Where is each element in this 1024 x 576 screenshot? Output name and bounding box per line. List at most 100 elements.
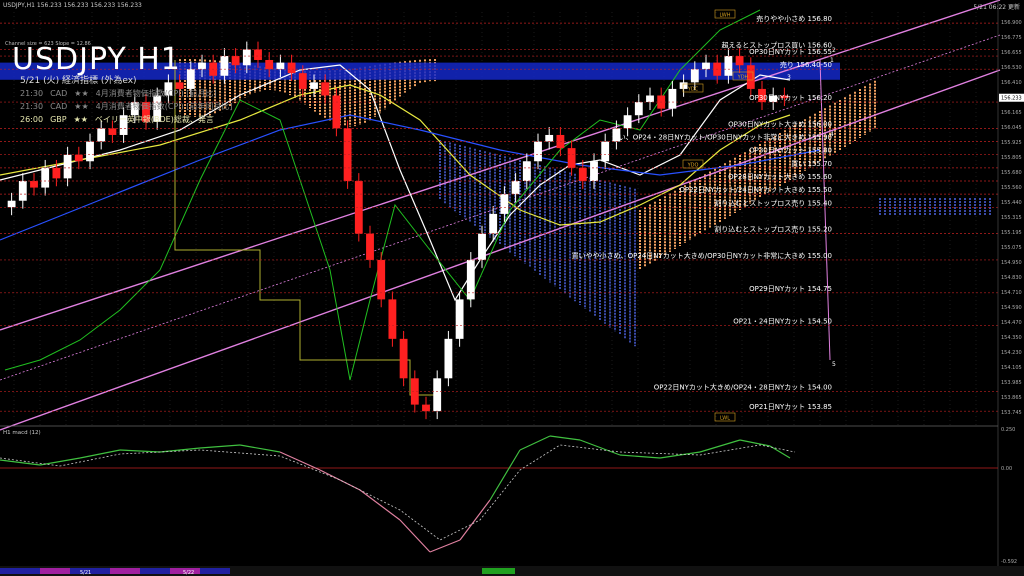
candle-body [198, 62, 206, 70]
level-label: OP30日NYカット 155.80 [749, 147, 832, 155]
wave-marker: 2 [832, 47, 836, 54]
macd-line [459, 499, 491, 541]
econ-event: 26:00 GBP ★★ ベイリー英中銀(BOE)総裁、発言 [20, 114, 214, 125]
wave-marker: 4 [830, 131, 834, 138]
level-label: OP30日NYカット大きめ 156.00 [728, 119, 832, 128]
price-tick: 153.745 [1001, 410, 1022, 416]
level-label: OP30日NYカット 156.55 [749, 48, 832, 56]
tag-label: YDH [737, 75, 749, 81]
candle-body [86, 141, 94, 162]
candle-body [388, 299, 397, 339]
candle-body [590, 161, 598, 181]
econ-stars: ★★ [73, 115, 88, 124]
candle-body [399, 338, 408, 379]
price-tick: 154.590 [1001, 305, 1022, 311]
econ-event: 21:30 CAD ★★ 4月消費者物価指数(CPI) [前月比] [20, 88, 217, 99]
price-tick: 154.350 [1001, 335, 1022, 341]
session-seg [200, 568, 230, 574]
candle-body [377, 259, 386, 300]
price-tick: 156.900 [1001, 20, 1022, 26]
macd-line [519, 435, 551, 451]
wave-marker: 1 [830, 57, 834, 64]
econ-country: GBP [50, 115, 67, 124]
candle-body [97, 128, 106, 142]
level-label: OP21・24日NYカット 154.50 [733, 318, 832, 326]
price-tick: 155.925 [1001, 140, 1022, 146]
price-tick: 155.315 [1001, 215, 1022, 221]
econ-name: 4月消費者物価指数(CPI) [前年同月比] [95, 102, 233, 111]
time-tick: 5/22 [183, 570, 194, 576]
candle-body [735, 56, 744, 66]
candle-body [534, 141, 542, 162]
level-label: OP22日NYカット/24日NYカット大きめ 155.50 [679, 185, 832, 194]
price-chart[interactable]: 売りやや小さめ 156.80超えるとストップロス買い 156.60OP30日NY… [0, 0, 1024, 576]
level-label: 買いやや小さめ、OP24日NYカット大きめ/OP30日NYカット非常に大きめ 1… [572, 251, 832, 260]
session-seg [110, 568, 140, 574]
session-seg [40, 568, 70, 574]
candle-body [310, 82, 318, 89]
level-label: 割り込むとストップロス売り 155.20 [714, 225, 832, 234]
price-tick: 155.805 [1001, 155, 1022, 161]
candle-body [298, 73, 307, 89]
level-label: 買い、OP24・28日NYカット/OP30日NYカット非常に大きめ 155.90 [612, 133, 832, 142]
session-seg [140, 568, 170, 574]
candle-body [265, 59, 274, 70]
candle-body [522, 161, 531, 181]
candle-body [321, 82, 330, 96]
macd-line [659, 451, 701, 459]
macd-signal [0, 444, 796, 541]
candle-body [422, 404, 430, 412]
price-tick: 155.075 [1001, 245, 1022, 251]
level-label: OP28日NYカット大きめ 155.60 [728, 172, 832, 181]
chart-window: USDJPY,H1 156.233 156.233 156.233 156.23… [0, 0, 1024, 576]
candle-body [646, 95, 654, 103]
candle-body [455, 299, 464, 339]
macd-line [279, 451, 321, 471]
candle-body [63, 154, 72, 179]
macd-line [199, 444, 241, 449]
price-tick: 154.830 [1001, 275, 1022, 281]
price-tick: 155.440 [1001, 200, 1022, 206]
candle-body [623, 115, 632, 129]
econ-name: ベイリー英中銀(BOE)総裁、発言 [94, 115, 214, 124]
price-tick: 154.710 [1001, 290, 1022, 296]
macd-line [619, 454, 661, 459]
time-tick: 5/21 [80, 570, 91, 576]
candle-body [489, 213, 498, 234]
price-tick: 155.195 [1001, 230, 1022, 236]
candle-body [567, 148, 576, 168]
price-axis: 156.900 156.775 156.655 156.530 156.410 156.2… [997, 0, 1024, 566]
econ-title: 5/21 (火) 経済指標 (外為ex) [20, 76, 137, 86]
candle-body [724, 56, 733, 76]
price-tick: 156.165 [1001, 110, 1022, 116]
econ-time: 26:00 [20, 115, 44, 124]
candle-body [276, 62, 285, 70]
candle-body [231, 56, 240, 66]
macd-line [429, 539, 461, 553]
macd-line [699, 439, 741, 453]
macd-line [79, 449, 121, 459]
price-tick: 154.105 [1001, 365, 1022, 371]
candle-body [74, 154, 83, 162]
macd-tick: 0.250 [1001, 427, 1015, 433]
candle-body [52, 167, 61, 179]
level-label: 割り込むとストップロス売り 155.40 [714, 198, 832, 207]
candle-body [500, 194, 509, 214]
macd-line [769, 445, 791, 459]
candle-body [634, 102, 643, 116]
wave-marker: 3 [787, 74, 791, 81]
level-label: 売り 156.40-50 [780, 60, 832, 69]
econ-time: 21:30 [20, 102, 44, 111]
price-tick: 154.950 [1001, 260, 1022, 266]
candle-body [466, 259, 475, 300]
session-seg [482, 568, 515, 574]
macd-line [739, 439, 771, 447]
macd-line [319, 469, 361, 491]
price-tick: 156.045 [1001, 125, 1022, 131]
tag-label: LWH [719, 13, 730, 19]
macd-label: H1 macd (12) [3, 430, 41, 436]
candle-body [578, 167, 587, 181]
macd-line [239, 444, 281, 453]
level-label: OP30日NYカット 156.20 [749, 94, 832, 102]
level-label: 売りやや小さめ 156.80 [756, 14, 832, 23]
